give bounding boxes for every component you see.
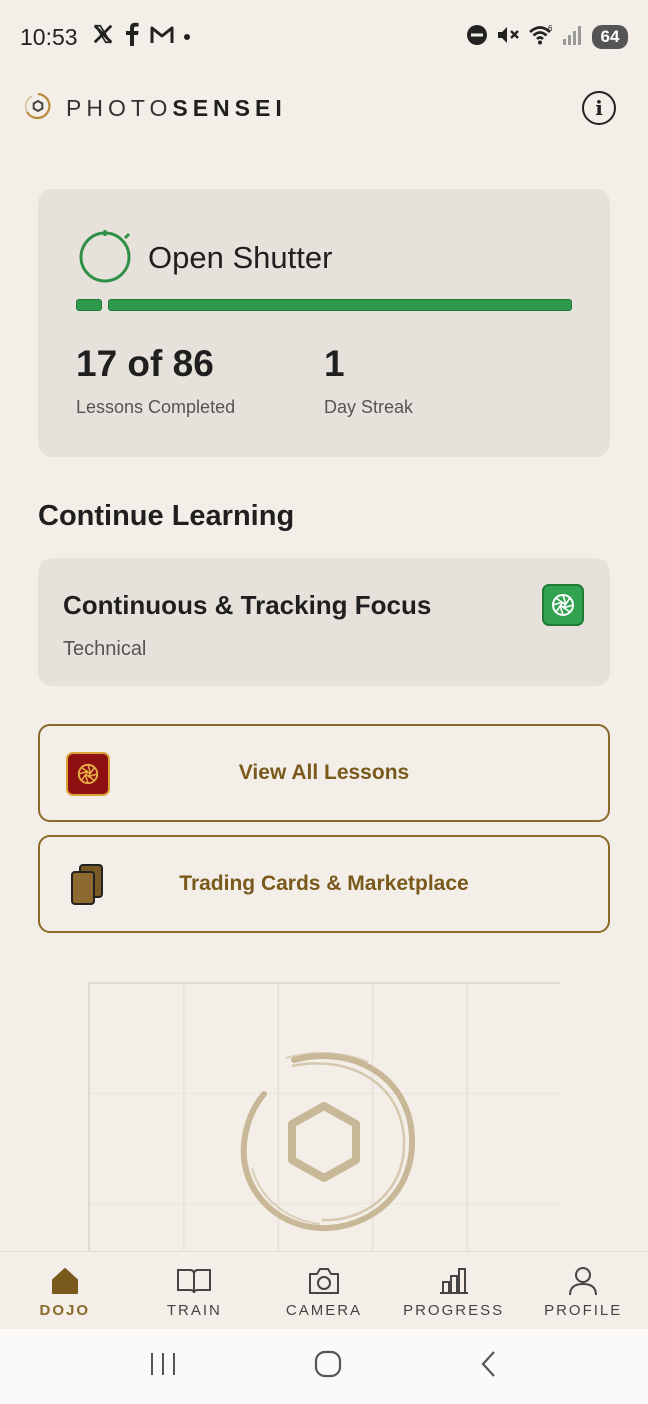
nav-camera-label: CAMERA (285, 1302, 363, 1319)
facebook-icon (124, 22, 140, 52)
view-all-lessons-label: View All Lessons (238, 761, 410, 784)
progress-card: Open Shutter 17 of 86 Lessons Completed … (38, 189, 610, 457)
info-button[interactable]: i (582, 91, 616, 125)
decorative-grid (88, 982, 560, 1252)
nav-dojo[interactable]: DOJO (0, 1252, 130, 1329)
brand-logo: PHOTOSENSEI (24, 92, 287, 125)
continue-lesson-card[interactable]: Continuous & Tracking Focus Technical (38, 558, 610, 686)
nav-profile[interactable]: PROFILE (518, 1252, 648, 1329)
user-icon (567, 1266, 599, 1296)
trading-cards-button[interactable]: Trading Cards & Marketplace (38, 835, 610, 933)
lesson-category: Technical (63, 638, 147, 660)
system-nav-bar (0, 1329, 648, 1404)
camera-icon (307, 1266, 341, 1296)
signal-icon (562, 24, 584, 51)
streak-stat: 1 Day Streak (324, 343, 413, 418)
lessons-aperture-icon (66, 752, 110, 796)
lessons-completed-label: Lessons Completed (76, 397, 236, 417)
mute-icon (496, 24, 520, 51)
bottom-nav: DOJO TRAIN CAMERA PROGRESS PROFILE (0, 1251, 648, 1329)
cards-icon (70, 863, 106, 910)
info-icon: i (595, 96, 603, 120)
lessons-stat: 17 of 86 Lessons Completed (76, 343, 235, 418)
svg-text:6: 6 (548, 24, 553, 33)
lesson-title: Continuous & Tracking Focus (63, 590, 432, 620)
progress-bar (76, 299, 572, 311)
book-icon (176, 1266, 212, 1296)
day-streak-value: 1 (324, 343, 345, 384)
recent-apps-icon[interactable] (148, 1351, 178, 1382)
nav-dojo-label: DOJO (39, 1302, 91, 1319)
nav-train-label: TRAIN (166, 1302, 222, 1319)
trading-cards-label: Trading Cards & Marketplace (179, 872, 469, 895)
status-bar: 10:53 6 64 (0, 0, 648, 74)
nav-train[interactable]: TRAIN (130, 1252, 260, 1329)
gmail-icon (150, 24, 174, 51)
nav-camera[interactable]: CAMERA (259, 1252, 389, 1329)
progress-bar-segment-main (108, 299, 572, 311)
x-icon (92, 23, 114, 51)
nav-progress-label: PROGRESS (403, 1302, 505, 1319)
lessons-completed-value: 17 of 86 (76, 343, 214, 384)
brand-name: PHOTOSENSEI (66, 95, 287, 122)
chart-icon (438, 1266, 470, 1296)
progress-bar-segment-start (76, 299, 102, 311)
aperture-logo-icon (24, 92, 52, 125)
view-all-lessons-button[interactable]: View All Lessons (38, 724, 610, 822)
shutter-timer-icon (78, 227, 134, 288)
status-left: 10:53 (20, 22, 190, 52)
more-notifications-dot (183, 34, 190, 40)
nav-progress[interactable]: PROGRESS (389, 1252, 519, 1329)
app-header: PHOTOSENSEI i (24, 86, 624, 130)
dnd-icon (466, 24, 488, 51)
home-button-icon[interactable] (313, 1349, 343, 1384)
brand-name-bold: SENSEI (172, 94, 287, 121)
status-time: 10:53 (20, 23, 78, 50)
day-streak-label: Day Streak (324, 397, 414, 417)
continue-learning-heading: Continue Learning (38, 500, 295, 532)
rank-title: Open Shutter (148, 239, 333, 275)
wifi-icon: 6 (528, 24, 554, 51)
back-icon[interactable] (478, 1349, 500, 1384)
aperture-icon (542, 584, 584, 626)
brand-name-light: PHOTO (66, 94, 173, 121)
nav-profile-label: PROFILE (544, 1302, 623, 1319)
battery-indicator: 64 (592, 25, 628, 49)
enso-hexagon-icon (234, 1048, 420, 1239)
home-icon (50, 1266, 80, 1296)
rank-row: Open Shutter (78, 227, 332, 288)
status-right: 6 64 (466, 24, 628, 51)
